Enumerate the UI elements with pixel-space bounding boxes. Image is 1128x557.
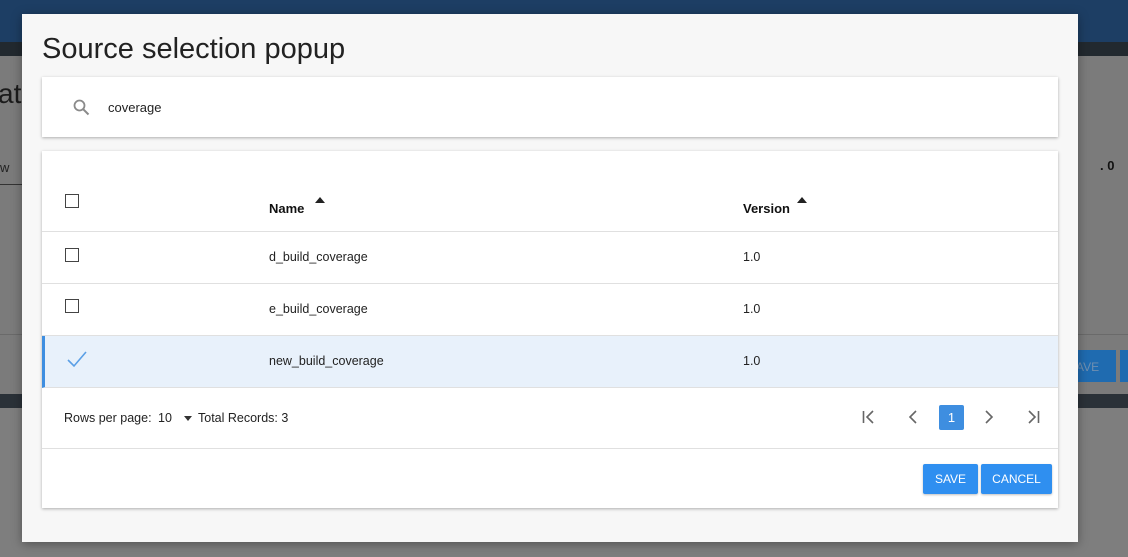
first-page-button[interactable] bbox=[857, 405, 881, 429]
row-checkbox[interactable] bbox=[65, 248, 79, 262]
prev-page-button[interactable] bbox=[902, 405, 926, 429]
checkmark-icon[interactable] bbox=[66, 349, 88, 369]
bg-heading-fragment: at bbox=[0, 78, 22, 109]
pagination-bar: Rows per page: 10 Total Records: 3 1 bbox=[42, 385, 1058, 449]
row-version: 1.0 bbox=[743, 250, 761, 264]
bg-second-button bbox=[1120, 350, 1128, 382]
total-records: Total Records: 3 bbox=[198, 411, 289, 425]
table-row[interactable]: e_build_coverage 1.0 bbox=[42, 284, 1058, 336]
save-button[interactable]: SAVE bbox=[923, 464, 978, 494]
row-name: e_build_coverage bbox=[269, 302, 368, 316]
table-row-selected[interactable]: new_build_coverage 1.0 bbox=[42, 336, 1058, 388]
search-card bbox=[42, 77, 1058, 137]
select-all-checkbox[interactable] bbox=[65, 194, 79, 208]
source-selection-modal: Source selection popup Name Version d_bu… bbox=[22, 14, 1078, 542]
next-page-button[interactable] bbox=[976, 405, 1000, 429]
last-page-icon bbox=[1028, 410, 1040, 424]
source-table: Name Version d_build_coverage 1.0 e_buil… bbox=[42, 151, 1058, 508]
bg-field-fragment: w bbox=[0, 160, 10, 175]
search-input[interactable] bbox=[108, 97, 708, 117]
bg-save-button: AVE bbox=[1076, 350, 1116, 382]
row-name: new_build_coverage bbox=[269, 354, 384, 368]
caret-down-icon[interactable] bbox=[184, 416, 192, 421]
table-row[interactable]: d_build_coverage 1.0 bbox=[42, 232, 1058, 284]
first-page-icon bbox=[862, 410, 874, 424]
current-page[interactable]: 1 bbox=[939, 405, 964, 430]
modal-title: Source selection popup bbox=[42, 33, 346, 65]
sort-asc-icon[interactable] bbox=[797, 197, 807, 203]
rows-per-page-value[interactable]: 10 bbox=[158, 411, 172, 425]
rows-per-page-label: Rows per page: bbox=[64, 411, 152, 425]
column-header-version[interactable]: Version bbox=[743, 201, 790, 216]
bg-right-value: . 0 bbox=[1100, 158, 1115, 173]
row-name: d_build_coverage bbox=[269, 250, 368, 264]
chevron-left-icon bbox=[908, 410, 917, 424]
sort-asc-icon[interactable] bbox=[315, 197, 325, 203]
table-header: Name Version bbox=[42, 151, 1058, 232]
chevron-right-icon bbox=[985, 410, 994, 424]
row-version: 1.0 bbox=[743, 302, 761, 316]
column-header-name[interactable]: Name bbox=[269, 201, 304, 216]
row-version: 1.0 bbox=[743, 354, 761, 368]
bg-field-underline bbox=[0, 184, 22, 185]
cancel-button[interactable]: CANCEL bbox=[981, 464, 1052, 494]
row-checkbox[interactable] bbox=[65, 299, 79, 313]
last-page-button[interactable] bbox=[1021, 405, 1045, 429]
search-icon bbox=[73, 99, 90, 116]
